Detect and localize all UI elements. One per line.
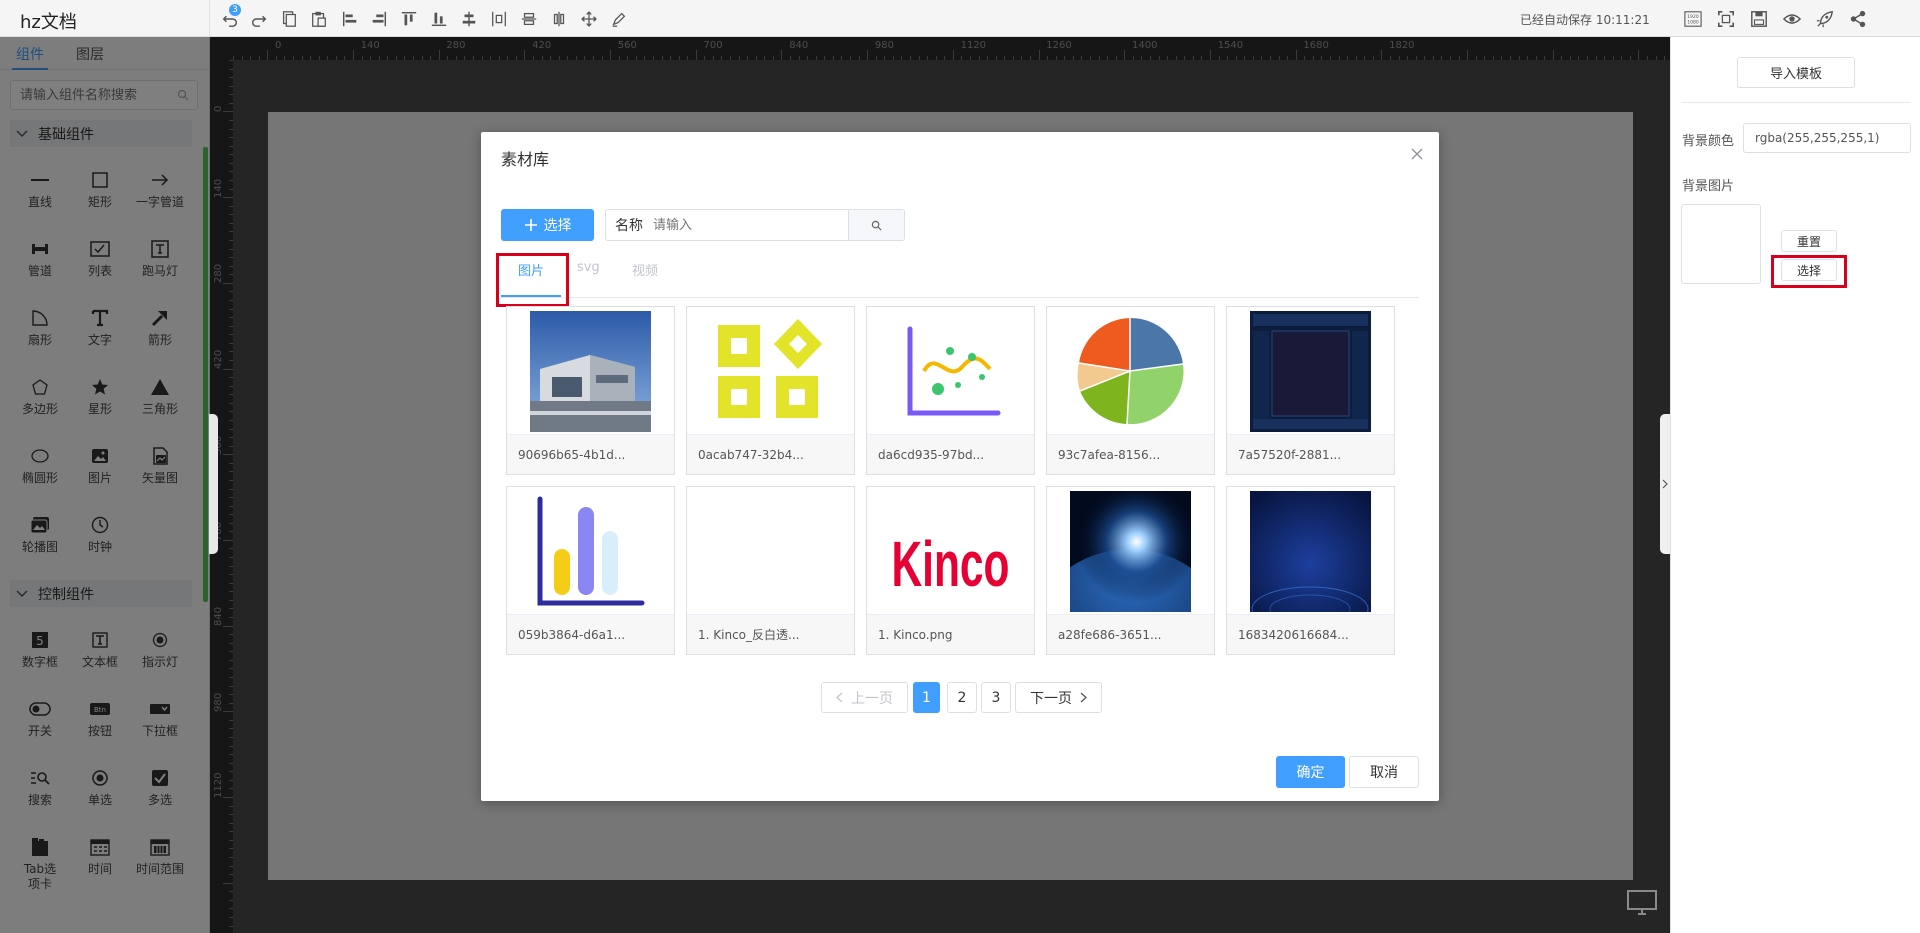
undo-count-badge: 3 [229,4,241,16]
bg-image-label: 背景图片 [1682,179,1735,194]
material-caption: 1. Kinco.png [867,614,1034,654]
dialog-title: 素材库 [501,150,550,169]
bg-color-input[interactable]: rgba(255,255,255,1) [1743,123,1911,153]
material-card[interactable]: a28fe686-3651... [1046,486,1215,655]
fit-screen-icon[interactable] [1715,8,1737,30]
next-page-button[interactable]: 下一页 [1015,682,1102,713]
material-card[interactable]: da6cd935-97bd... [866,306,1035,475]
move-icon[interactable] [578,8,600,30]
material-caption: 7a57520f-2881... [1227,434,1394,474]
upload-select-button[interactable]: 选择 [501,209,594,241]
material-card[interactable]: 7a57520f-2881... [1226,306,1395,475]
align-vertical-center-icon[interactable] [458,8,480,30]
paste-icon[interactable] [308,8,330,30]
search-prefix-label: 名称 [615,218,643,234]
kinco-logo: Kinco [890,491,1011,612]
name-search: 名称 [605,209,905,241]
material-card[interactable]: 0acab747-32b4... [686,306,855,475]
svg-text:1080: 1080 [1687,20,1699,26]
material-caption: a28fe686-3651... [1047,614,1214,654]
preview-icon[interactable] [1781,8,1803,30]
chevron-left-icon [836,692,843,703]
bg-image-preview [1681,204,1761,284]
align-top-icon[interactable] [398,8,420,30]
prev-page-button[interactable]: 上一页 [821,682,908,713]
material-card[interactable]: Kinco 1. Kinco.png [866,486,1035,655]
monitor-icon[interactable] [1627,890,1657,916]
import-template-button[interactable]: 导入模板 [1737,57,1855,88]
tab-svg[interactable]: svg [577,260,600,275]
highlight-select-button [1771,255,1847,288]
material-caption: 90696b65-4b1d... [507,434,674,474]
pen-icon[interactable] [608,8,630,30]
material-card[interactable]: 1. Kinco_反白透... [686,486,855,655]
share-icon[interactable] [1847,8,1869,30]
page-1-button[interactable]: 1 [913,682,940,713]
chevron-right-icon [1080,692,1087,703]
material-caption: 93c7afea-8156... [1047,434,1214,474]
align-right-icon[interactable] [368,8,390,30]
material-card[interactable]: 059b3864-d6a1... [506,486,675,655]
reset-button[interactable]: 重置 [1781,230,1837,252]
material-card[interactable]: 1683420616684... [1226,486,1395,655]
yellow-squares-logo [710,311,831,432]
copy-icon[interactable] [278,8,300,30]
bar-chart-icon [530,491,651,612]
blue-tech-background [1250,491,1371,612]
material-caption: 0acab747-32b4... [687,434,854,474]
material-library-dialog: 素材库 选择 名称 图片 svg 视频 90696b65-4b1d... [481,132,1439,801]
search-button[interactable] [848,210,904,240]
pie-chart-icon [1070,311,1191,432]
chevron-right-icon [1662,479,1668,489]
resolution-1920x1080-icon[interactable]: 1920 1080 [1682,8,1704,30]
top-toolbar: hz文档 3 已经自动保存 10:11:21 1920 1080 [0,0,1920,37]
building-photo [530,311,651,432]
distribute-vertical-icon[interactable] [518,8,540,30]
right-panel-collapse-handle[interactable] [1660,414,1670,554]
app-root: hz文档 3 已经自动保存 10:11:21 1920 1080 请输入组件名称… [0,0,1920,933]
close-icon[interactable] [1409,146,1425,162]
align-bottom-icon[interactable] [428,8,450,30]
material-card[interactable]: 90696b65-4b1d... [506,306,675,475]
left-panel-collapse-handle[interactable] [209,414,218,554]
publish-rocket-icon[interactable] [1814,8,1836,30]
name-search-input[interactable] [653,211,843,239]
search-icon [871,220,882,231]
redo-icon[interactable] [248,8,270,30]
material-caption: 059b3864-d6a1... [507,614,674,654]
plus-icon [524,219,537,231]
dark-blue-panel [1250,311,1371,432]
material-caption: 1683420616684... [1227,614,1394,654]
save-icon[interactable] [1748,8,1770,30]
autosave-status: 已经自动保存 10:11:21 [1520,13,1650,27]
tabs-baseline [501,297,1419,298]
app-title: hz文档 [20,12,77,33]
blank-image [710,491,831,612]
highlight-images-tab [496,253,569,307]
svg-text:1920: 1920 [1687,14,1699,20]
properties-panel: 导入模板 背景颜色 rgba(255,255,255,1) 背景图片 重置 选择 [1670,37,1920,933]
center-horizontal-icon[interactable] [548,8,570,30]
button-label: 选择 [543,218,572,234]
next-label: 下一页 [1030,690,1072,707]
bg-color-label: 背景颜色 [1682,134,1735,149]
material-caption: 1. Kinco_反白透... [687,614,854,654]
prev-label: 上一页 [851,690,893,707]
page-2-button[interactable]: 2 [947,682,977,713]
confirm-button[interactable]: 确定 [1276,756,1345,788]
tab-videos[interactable]: 视频 [632,260,658,279]
material-card[interactable]: 93c7afea-8156... [1046,306,1215,475]
scatter-chart-icon [890,311,1011,432]
divider [1681,102,1911,103]
distribute-horizontal-icon[interactable] [488,8,510,30]
divider [209,0,210,37]
cancel-button[interactable]: 取消 [1349,756,1419,788]
earth-space-photo [1070,491,1191,612]
align-left-icon[interactable] [339,8,361,30]
material-caption: da6cd935-97bd... [867,434,1034,474]
svg-text:Kinco: Kinco [892,528,1010,600]
page-3-button[interactable]: 3 [981,682,1011,713]
